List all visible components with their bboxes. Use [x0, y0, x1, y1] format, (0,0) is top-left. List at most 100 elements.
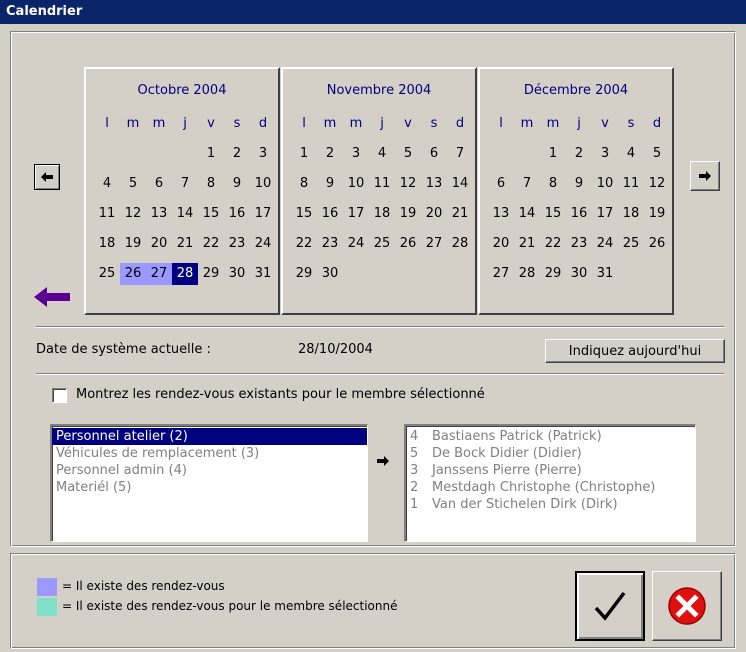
- member-list-item[interactable]: 3 Janssens Pierre (Pierre): [406, 462, 695, 479]
- day-cell[interactable]: 11: [369, 173, 395, 195]
- day-cell[interactable]: 3: [343, 143, 369, 165]
- day-cell[interactable]: 30: [317, 263, 343, 285]
- day-cell[interactable]: 8: [198, 173, 224, 195]
- day-cell[interactable]: 10: [592, 173, 618, 195]
- day-cell[interactable]: 21: [172, 233, 198, 255]
- day-cell[interactable]: 5: [644, 143, 670, 165]
- day-cell[interactable]: 27: [421, 233, 447, 255]
- day-cell[interactable]: 31: [592, 263, 618, 285]
- back-arrow-button[interactable]: [34, 286, 70, 308]
- day-cell[interactable]: 12: [120, 203, 146, 225]
- day-cell[interactable]: 19: [120, 233, 146, 255]
- day-cell[interactable]: 31: [250, 263, 276, 285]
- day-cell[interactable]: 16: [566, 203, 592, 225]
- member-list-item[interactable]: 1 Van der Stichelen Dirk (Dirk): [406, 496, 695, 513]
- day-cell[interactable]: 4: [369, 143, 395, 165]
- day-cell[interactable]: 30: [224, 263, 250, 285]
- day-cell[interactable]: 26: [395, 233, 421, 255]
- day-cell[interactable]: 28: [447, 233, 473, 255]
- day-cell[interactable]: 4: [94, 173, 120, 195]
- day-cell[interactable]: 18: [618, 203, 644, 225]
- day-cell[interactable]: 26: [120, 263, 146, 285]
- day-cell[interactable]: 3: [250, 143, 276, 165]
- day-cell[interactable]: 7: [172, 173, 198, 195]
- day-cell[interactable]: 9: [566, 173, 592, 195]
- day-cell[interactable]: 2: [224, 143, 250, 165]
- day-cell[interactable]: 22: [198, 233, 224, 255]
- day-cell[interactable]: 25: [369, 233, 395, 255]
- day-cell[interactable]: 10: [250, 173, 276, 195]
- day-cell[interactable]: 25: [94, 263, 120, 285]
- day-cell[interactable]: 6: [488, 173, 514, 195]
- day-cell[interactable]: 5: [395, 143, 421, 165]
- group-list-item[interactable]: Materiél (5): [52, 479, 367, 496]
- member-list-item[interactable]: 4 Bastiaens Patrick (Patrick): [406, 428, 695, 445]
- prev-month-button[interactable]: [34, 164, 60, 190]
- day-cell[interactable]: 11: [94, 203, 120, 225]
- day-cell[interactable]: 12: [395, 173, 421, 195]
- day-cell[interactable]: 28: [514, 263, 540, 285]
- day-cell[interactable]: 8: [540, 173, 566, 195]
- day-cell[interactable]: 20: [421, 203, 447, 225]
- day-cell[interactable]: 22: [540, 233, 566, 255]
- day-cell[interactable]: 22: [291, 233, 317, 255]
- day-cell[interactable]: 1: [291, 143, 317, 165]
- day-cell[interactable]: 30: [566, 263, 592, 285]
- transfer-button[interactable]: [370, 451, 396, 471]
- day-cell[interactable]: 23: [566, 233, 592, 255]
- day-cell[interactable]: 17: [250, 203, 276, 225]
- group-list-item[interactable]: Véhicules de remplacement (3): [52, 445, 367, 462]
- day-cell[interactable]: 16: [317, 203, 343, 225]
- day-cell[interactable]: 15: [540, 203, 566, 225]
- day-cell[interactable]: 3: [592, 143, 618, 165]
- day-cell[interactable]: 23: [224, 233, 250, 255]
- day-cell[interactable]: 11: [618, 173, 644, 195]
- cancel-button[interactable]: [652, 571, 722, 641]
- day-cell[interactable]: 13: [146, 203, 172, 225]
- day-cell[interactable]: 4: [618, 143, 644, 165]
- day-cell[interactable]: 5: [120, 173, 146, 195]
- member-list-item[interactable]: 2 Mestdagh Christophe (Christophe): [406, 479, 695, 496]
- day-cell[interactable]: 9: [317, 173, 343, 195]
- ok-button[interactable]: [575, 571, 645, 641]
- today-button[interactable]: Indiquez aujourd'hui: [545, 339, 725, 363]
- day-cell[interactable]: 1: [198, 143, 224, 165]
- day-cell[interactable]: 24: [250, 233, 276, 255]
- day-cell[interactable]: 25: [618, 233, 644, 255]
- day-cell[interactable]: 21: [514, 233, 540, 255]
- day-cell[interactable]: 13: [421, 173, 447, 195]
- day-cell[interactable]: 27: [146, 263, 172, 285]
- day-cell[interactable]: 15: [198, 203, 224, 225]
- day-cell[interactable]: 19: [395, 203, 421, 225]
- day-cell[interactable]: 16: [224, 203, 250, 225]
- day-cell[interactable]: 6: [146, 173, 172, 195]
- day-cell[interactable]: 24: [592, 233, 618, 255]
- day-cell[interactable]: 28: [172, 263, 198, 285]
- day-cell[interactable]: 1: [540, 143, 566, 165]
- day-cell[interactable]: 27: [488, 263, 514, 285]
- day-cell[interactable]: 21: [447, 203, 473, 225]
- day-cell[interactable]: 2: [566, 143, 592, 165]
- day-cell[interactable]: 12: [644, 173, 670, 195]
- show-member-checkbox[interactable]: [52, 388, 67, 403]
- member-list-item[interactable]: 5 De Bock Didier (Didier): [406, 445, 695, 462]
- day-cell[interactable]: 29: [198, 263, 224, 285]
- day-cell[interactable]: 14: [447, 173, 473, 195]
- day-cell[interactable]: 17: [592, 203, 618, 225]
- day-cell[interactable]: 24: [343, 233, 369, 255]
- day-cell[interactable]: 8: [291, 173, 317, 195]
- group-list-item[interactable]: Personnel admin (4): [52, 462, 367, 479]
- next-month-button[interactable]: [690, 161, 720, 191]
- day-cell[interactable]: 9: [224, 173, 250, 195]
- members-listbox[interactable]: 4 Bastiaens Patrick (Patrick) 5 De Bock Did…: [404, 424, 696, 542]
- day-cell[interactable]: 7: [514, 173, 540, 195]
- day-cell[interactable]: 7: [447, 143, 473, 165]
- day-cell[interactable]: 17: [343, 203, 369, 225]
- day-cell[interactable]: 23: [317, 233, 343, 255]
- day-cell[interactable]: 19: [644, 203, 670, 225]
- groups-listbox[interactable]: Personnel atelier (2) Véhicules de rempla…: [50, 424, 368, 542]
- day-cell[interactable]: 6: [421, 143, 447, 165]
- group-list-item[interactable]: Personnel atelier (2): [52, 428, 367, 445]
- day-cell[interactable]: 29: [291, 263, 317, 285]
- day-cell[interactable]: 20: [488, 233, 514, 255]
